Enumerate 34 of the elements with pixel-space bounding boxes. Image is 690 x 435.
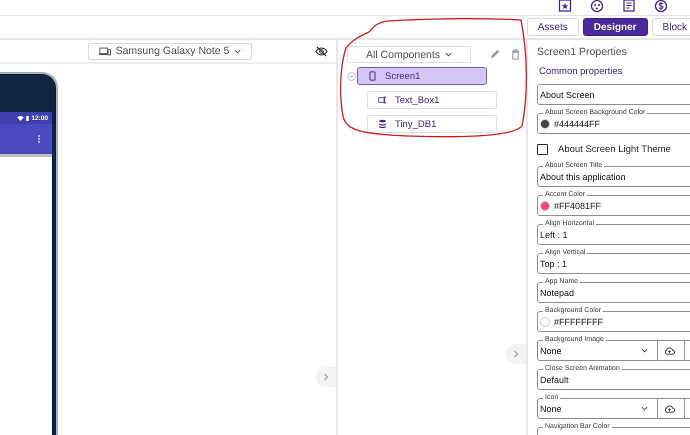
devices-icon (98, 46, 111, 56)
eye-slash-icon[interactable] (315, 46, 328, 56)
component-node[interactable]: Screen1 (357, 67, 487, 85)
component-node[interactable]: Text_Box1 (367, 91, 497, 109)
checkbox-label: About Screen Light Theme (558, 144, 671, 154)
pencil-icon[interactable] (489, 49, 500, 60)
caret-icon (445, 52, 452, 57)
properties-title: Screen1 Properties (537, 46, 628, 60)
caret-icon (641, 406, 648, 411)
trash-icon[interactable] (510, 49, 521, 60)
textbox-icon (378, 95, 387, 105)
database-icon (378, 119, 387, 129)
document-icon[interactable] (622, 0, 636, 13)
section-link[interactable]: Common properties (539, 66, 622, 77)
dollar-icon[interactable] (654, 0, 668, 13)
chevron-right-icon (513, 350, 519, 358)
tab[interactable]: Block (652, 18, 690, 36)
battery-icon (26, 116, 30, 120)
cloud-upload-icon (664, 404, 674, 414)
component-node[interactable]: Tiny_DB1 (367, 115, 497, 133)
caret-icon (234, 48, 242, 54)
caret-icon (641, 348, 648, 353)
expand-arrow-button[interactable] (316, 367, 336, 387)
cloud-upload-icon (664, 346, 674, 356)
tab[interactable]: Designer (582, 18, 648, 36)
star-box-icon[interactable] (558, 0, 572, 13)
chevron-right-icon (323, 373, 329, 381)
checkbox[interactable] (537, 144, 548, 154)
wifi-icon (17, 116, 24, 120)
components-dropdown[interactable]: All Components (347, 46, 471, 63)
expand-arrow-button[interactable] (506, 344, 526, 364)
device-dropdown[interactable]: Samsung Galaxy Note 5 (88, 42, 252, 60)
phone-icon (368, 71, 377, 81)
tab[interactable]: Assets (526, 18, 579, 36)
